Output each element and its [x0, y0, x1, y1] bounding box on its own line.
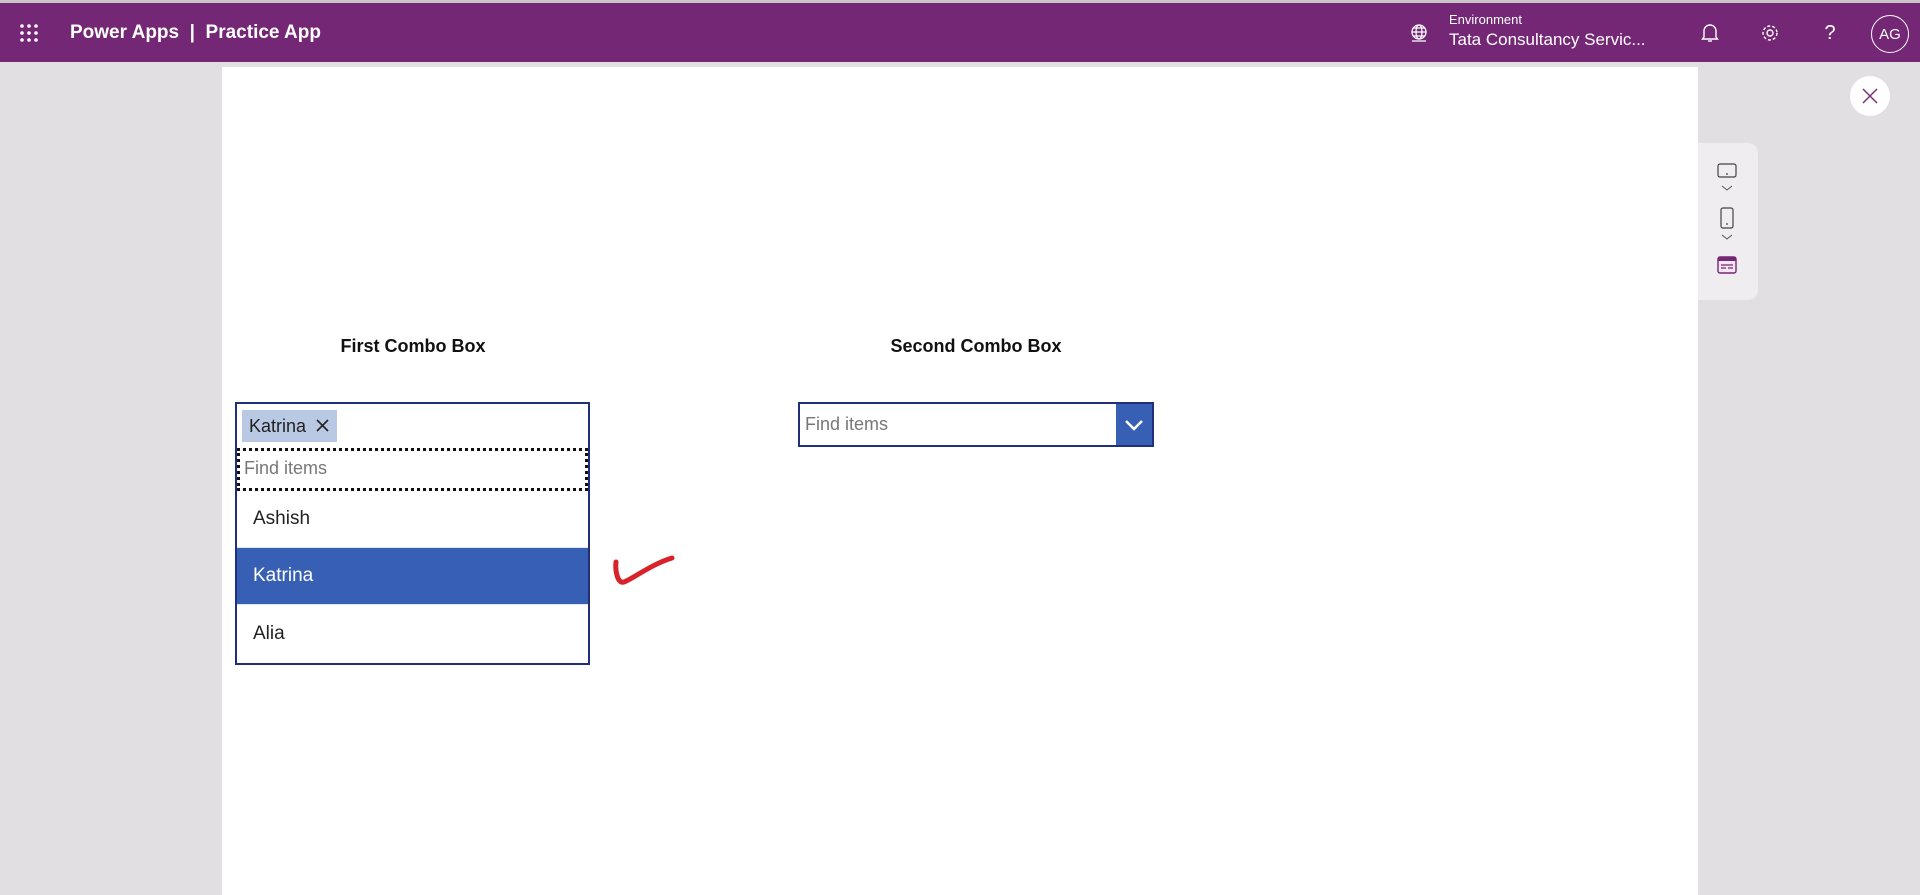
remove-tag-icon[interactable]	[316, 416, 329, 437]
chevron-down-icon[interactable]	[1720, 233, 1734, 241]
product-name: Power Apps	[70, 22, 180, 43]
bell-icon[interactable]	[1694, 17, 1726, 49]
environment-picker[interactable]: Tata Consultancy Servic...	[1449, 30, 1646, 50]
first-combo-search-input[interactable]: Find items	[237, 448, 588, 491]
second-combo-box[interactable]: Find items	[798, 402, 1154, 447]
selected-tag: Katrina	[242, 410, 338, 442]
layout-icon[interactable]	[1717, 256, 1737, 274]
close-preview-button[interactable]	[1850, 76, 1890, 116]
first-combo-box[interactable]: Katrina Find items Ashish Katrina Alia	[235, 402, 590, 665]
option-alia[interactable]: Alia	[237, 606, 588, 663]
app-title: Power Apps | Practice App	[70, 22, 321, 44]
second-combo-label: Second Combo Box	[890, 336, 1062, 356]
selected-tag-label: Katrina	[249, 415, 307, 436]
environment-label: Environment	[1449, 12, 1522, 27]
red-checkmark-annotation	[613, 555, 675, 585]
avatar[interactable]: AG	[1871, 15, 1909, 53]
chevron-down-icon	[1125, 419, 1143, 431]
app-name: Practice App	[205, 22, 321, 43]
app-header: Power Apps | Practice App Environment Ta…	[0, 0, 1920, 62]
avatar-initials: AG	[1879, 25, 1901, 43]
option-ashish[interactable]: Ashish	[237, 491, 588, 548]
option-katrina[interactable]: Katrina	[237, 548, 588, 605]
close-icon	[1862, 88, 1878, 104]
help-icon[interactable]: ?	[1814, 17, 1846, 49]
gear-icon[interactable]	[1754, 17, 1786, 49]
chevron-down-icon[interactable]	[1720, 184, 1734, 192]
first-combo-label: First Combo Box	[340, 336, 486, 356]
second-combo-search-input[interactable]: Find items	[805, 414, 888, 435]
tablet-icon[interactable]	[1717, 163, 1737, 179]
device-preview-panel	[1698, 143, 1758, 300]
title-separator: |	[189, 22, 195, 43]
environment-globe-icon[interactable]	[1403, 17, 1435, 49]
dropdown-chevron-button[interactable]	[1116, 404, 1152, 445]
help-glyph: ?	[1824, 21, 1836, 44]
app-launcher-icon[interactable]	[13, 17, 45, 49]
phone-icon[interactable]	[1720, 207, 1734, 229]
